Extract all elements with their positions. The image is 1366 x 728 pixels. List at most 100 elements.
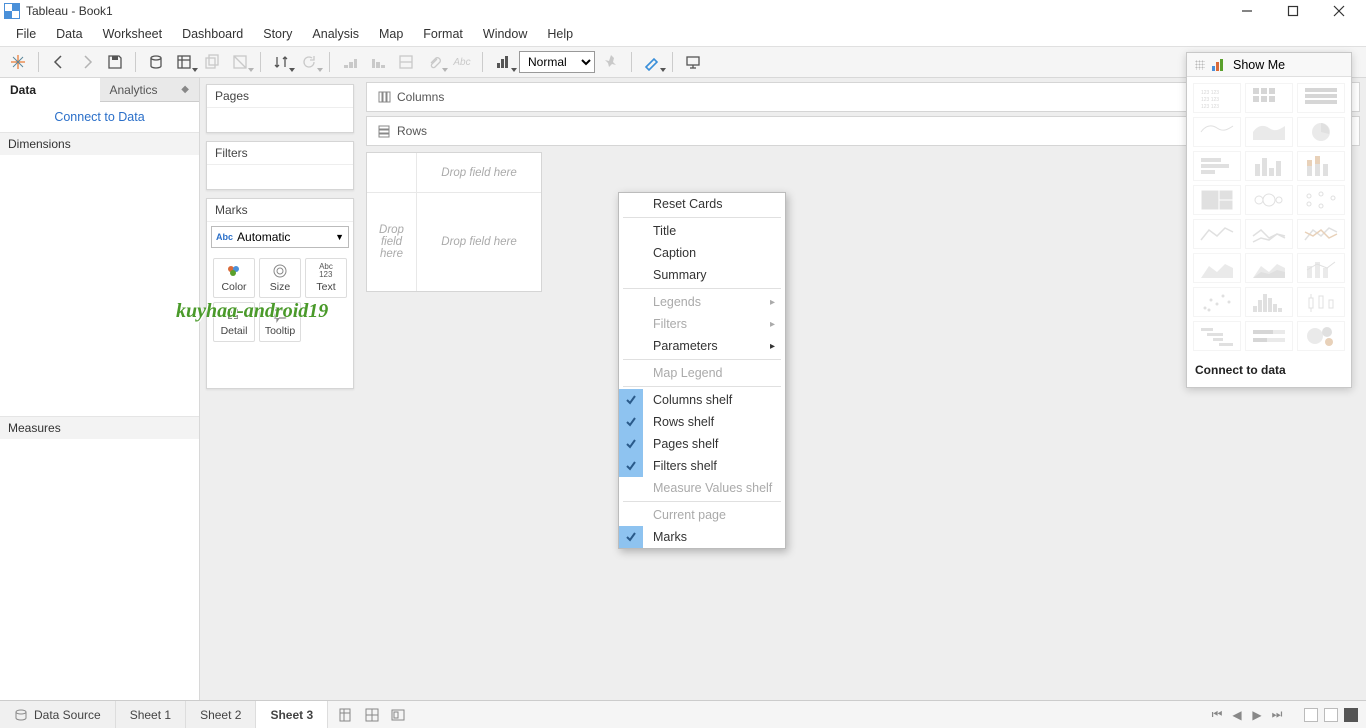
pin-button[interactable] <box>599 50 623 74</box>
viz-side-by-side[interactable] <box>1297 185 1345 215</box>
viz-circle-views[interactable] <box>1245 185 1293 215</box>
menu-data[interactable]: Data <box>46 24 92 44</box>
show-me-header[interactable]: Show Me <box>1187 53 1351 77</box>
viz-box-plot[interactable] <box>1297 287 1345 317</box>
viz-text-table[interactable]: 123 123123 123123 123 <box>1193 83 1241 113</box>
viz-bullet[interactable] <box>1245 321 1293 351</box>
tab-analytics[interactable]: Analytics◆ <box>100 78 200 102</box>
menu-file[interactable]: File <box>6 24 46 44</box>
mark-type-select[interactable]: Abc Automatic ▼ <box>211 226 349 248</box>
highlight-button[interactable] <box>640 50 664 74</box>
viz-filled-map[interactable] <box>1245 117 1293 147</box>
fit-select[interactable]: Normal <box>519 51 595 73</box>
attach-button[interactable] <box>422 50 446 74</box>
nav-next-icon[interactable]: ▶ <box>1250 708 1264 722</box>
tab-sheet-2[interactable]: Sheet 2 <box>186 701 256 728</box>
maximize-button[interactable] <box>1270 0 1316 22</box>
dimensions-header: Dimensions <box>0 132 199 155</box>
viz-stacked-bar[interactable] <box>1297 151 1345 181</box>
view-list-icon[interactable] <box>1324 708 1338 722</box>
ctx-summary[interactable]: Summary <box>619 264 785 286</box>
labels-button[interactable]: Abc <box>450 50 474 74</box>
mark-size[interactable]: Size <box>259 258 301 298</box>
tab-sheet-3[interactable]: Sheet 3 <box>256 701 328 728</box>
minimize-button[interactable] <box>1224 0 1270 22</box>
viz-treemap[interactable] <box>1193 185 1241 215</box>
menu-story[interactable]: Story <box>253 24 302 44</box>
sort-asc-button[interactable] <box>338 50 362 74</box>
ctx-title[interactable]: Title <box>619 220 785 242</box>
menu-map[interactable]: Map <box>369 24 413 44</box>
ctx-parameters[interactable]: Parameters▸ <box>619 335 785 357</box>
filters-shelf[interactable] <box>207 165 353 189</box>
tab-data[interactable]: Data <box>0 78 100 102</box>
ctx-filters-shelf[interactable]: Filters shelf <box>619 455 785 477</box>
viz-area-discrete[interactable] <box>1245 253 1293 283</box>
viz-scatter[interactable] <box>1193 287 1241 317</box>
mark-tooltip[interactable]: Tooltip <box>259 302 301 342</box>
viz-line-continuous[interactable] <box>1193 219 1241 249</box>
viz-histogram[interactable] <box>1245 287 1293 317</box>
mark-detail[interactable]: Detail <box>213 302 255 342</box>
viz-vbar[interactable] <box>1245 151 1293 181</box>
save-button[interactable] <box>103 50 127 74</box>
close-button[interactable] <box>1316 0 1362 22</box>
cards-column: Pages Filters Marks Abc Automatic ▼ Colo… <box>200 78 360 700</box>
view-full-icon[interactable] <box>1344 708 1358 722</box>
tableau-logo-icon[interactable] <box>6 50 30 74</box>
drop-zone[interactable]: Drop field here Drop field here Drop fie… <box>366 152 542 292</box>
viz-pie[interactable] <box>1297 117 1345 147</box>
menu-window[interactable]: Window <box>473 24 537 44</box>
menu-worksheet[interactable]: Worksheet <box>93 24 173 44</box>
new-dashboard-icon[interactable] <box>364 707 380 723</box>
menu-analysis[interactable]: Analysis <box>302 24 369 44</box>
swap-button[interactable] <box>269 50 293 74</box>
connect-to-data-link[interactable]: Connect to Data <box>0 102 199 132</box>
pages-shelf[interactable] <box>207 108 353 132</box>
viz-dual-line[interactable] <box>1297 219 1345 249</box>
ctx-reset-cards[interactable]: Reset Cards <box>619 193 785 215</box>
viz-hbar[interactable] <box>1193 151 1241 181</box>
viz-symbol-map[interactable] <box>1193 117 1241 147</box>
back-button[interactable] <box>47 50 71 74</box>
new-worksheet-icon[interactable] <box>338 707 354 723</box>
new-worksheet-button[interactable] <box>172 50 196 74</box>
menu-help[interactable]: Help <box>537 24 583 44</box>
ctx-rows-shelf[interactable]: Rows shelf <box>619 411 785 433</box>
viz-dual-combination[interactable] <box>1297 253 1345 283</box>
viz-packed-bubbles[interactable] <box>1297 321 1345 351</box>
refresh-button[interactable] <box>297 50 321 74</box>
duplicate-button[interactable] <box>200 50 224 74</box>
new-data-source-button[interactable] <box>144 50 168 74</box>
svg-text:123 123: 123 123 <box>1201 90 1219 96</box>
chart-type-button[interactable] <box>491 50 515 74</box>
ctx-map-legend: Map Legend <box>619 362 785 384</box>
viz-highlight-table[interactable] <box>1297 83 1345 113</box>
ctx-current-page: Current page <box>619 504 785 526</box>
sort-desc-button[interactable] <box>366 50 390 74</box>
nav-prev-icon[interactable]: ◀ <box>1230 708 1244 722</box>
menu-dashboard[interactable]: Dashboard <box>172 24 253 44</box>
nav-first-icon[interactable]: ⏮ <box>1210 707 1224 722</box>
tab-data-source[interactable]: Data Source <box>0 701 116 728</box>
ctx-caption[interactable]: Caption <box>619 242 785 264</box>
clear-button[interactable] <box>228 50 252 74</box>
forward-button[interactable] <box>75 50 99 74</box>
presentation-button[interactable] <box>681 50 705 74</box>
nav-last-icon[interactable]: ⏭ <box>1270 707 1284 722</box>
ctx-pages-shelf[interactable]: Pages shelf <box>619 433 785 455</box>
viz-heat-map[interactable] <box>1245 83 1293 113</box>
filters-card: Filters <box>206 141 354 190</box>
tab-sheet-1[interactable]: Sheet 1 <box>116 701 186 728</box>
viz-line-discrete[interactable] <box>1245 219 1293 249</box>
mark-text[interactable]: Abc123Text <box>305 258 347 298</box>
viz-gantt[interactable] <box>1193 321 1241 351</box>
ctx-marks[interactable]: Marks <box>619 526 785 548</box>
view-grid-icon[interactable] <box>1304 708 1318 722</box>
ctx-columns-shelf[interactable]: Columns shelf <box>619 389 785 411</box>
totals-button[interactable] <box>394 50 418 74</box>
mark-color[interactable]: Color <box>213 258 255 298</box>
viz-area-continuous[interactable] <box>1193 253 1241 283</box>
new-story-icon[interactable] <box>390 707 406 723</box>
menu-format[interactable]: Format <box>413 24 473 44</box>
